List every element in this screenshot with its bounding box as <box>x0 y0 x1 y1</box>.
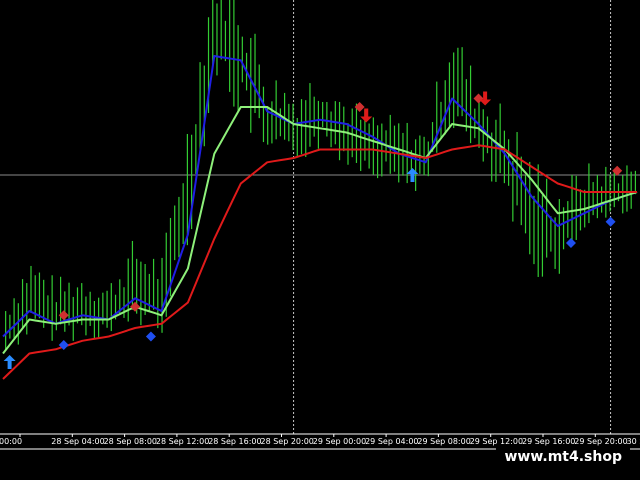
time-tick-label: 28 Sep 16:00 <box>208 437 261 446</box>
watermark[interactable]: www.mt4.shop <box>496 446 630 468</box>
time-tick-label: 29 Sep 00:00 <box>313 437 366 446</box>
time-tick-label: 28 Sep 12:00 <box>156 437 209 446</box>
time-tick-label: 00:00 <box>0 437 22 446</box>
time-tick-label: 28 Sep 20:00 <box>261 437 314 446</box>
time-tick-label: 30 Sep 00:00 <box>627 437 640 446</box>
time-tick-label: 28 Sep 08:00 <box>104 437 157 446</box>
time-tick-label: 29 Sep 12:00 <box>470 437 523 446</box>
time-tick-label: 28 Sep 04:00 <box>51 437 104 446</box>
time-tick-label: 29 Sep 08:00 <box>417 437 470 446</box>
time-tick-label: 29 Sep 20:00 <box>574 437 627 446</box>
time-tick-label: 29 Sep 04:00 <box>365 437 418 446</box>
chart-background <box>0 0 640 480</box>
time-tick-label: 29 Sep 16:00 <box>522 437 575 446</box>
price-chart: 00:00 28 Sep 04:0028 Sep 08:0028 Sep 12:0… <box>0 0 640 480</box>
